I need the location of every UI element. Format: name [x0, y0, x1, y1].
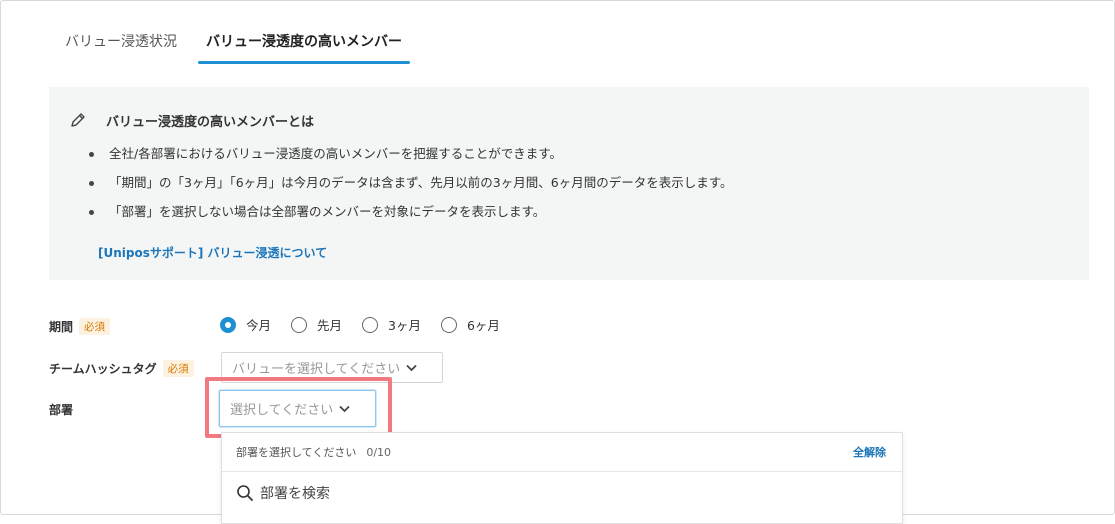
info-bullet: 全社/各部署におけるバリュー浸透度の高いメンバーを把握することができます。: [89, 147, 732, 161]
department-select-placeholder: 選択してください: [230, 403, 334, 418]
required-badge: 必須: [79, 318, 111, 335]
required-badge: 必須: [162, 360, 194, 377]
radio-label: 先月: [317, 318, 343, 333]
dropdown-header: 部署を選択してください 0/10 全解除: [222, 433, 902, 472]
radio-label: 6ヶ月: [466, 318, 500, 333]
radio-this-month[interactable]: 今月: [220, 315, 271, 334]
department-search-input[interactable]: 部署を検索: [222, 472, 902, 514]
department-select[interactable]: 選択してください: [219, 390, 376, 427]
radio-unchecked-icon[interactable]: [440, 316, 457, 333]
period-label: 期間 必須: [49, 318, 111, 335]
search-placeholder: 部署を検索: [260, 486, 330, 502]
radio-label: 今月: [246, 318, 272, 333]
info-box: バリュー浸透度の高いメンバーとは 全社/各部署におけるバリュー浸透度の高いメンバ…: [49, 87, 1089, 280]
hashtag-select-placeholder: バリューを選択してください: [232, 362, 401, 377]
tab-value-status[interactable]: バリュー浸透状況: [49, 22, 193, 62]
chevron-down-icon: [406, 364, 417, 371]
department-dropdown: 部署を選択してください 0/10 全解除 部署を検索: [221, 432, 903, 524]
period-radio-group: 今月 先月 3ヶ月 6ヶ月: [220, 315, 520, 334]
search-icon: [237, 485, 253, 501]
radio-unchecked-icon[interactable]: [362, 316, 379, 333]
radio-6-months[interactable]: 6ヶ月: [440, 315, 500, 334]
dropdown-header-text: 部署を選択してください: [236, 446, 357, 459]
chevron-down-icon: [339, 405, 350, 412]
hashtag-label: チームハッシュタグ 必須: [49, 360, 194, 377]
clear-all-button[interactable]: 全解除: [853, 444, 886, 460]
tab-high-members[interactable]: バリュー浸透度の高いメンバー: [198, 22, 410, 64]
pencil-icon: [71, 113, 85, 127]
info-bullet: 「期間」の「3ヶ月」「6ヶ月」は今月のデータは含まず、先月以前の3ヶ月間、6ヶ月…: [89, 176, 732, 190]
tab-bar: バリュー浸透状況 バリュー浸透度の高いメンバー: [49, 22, 410, 66]
hashtag-label-text: チームハッシュタグ: [49, 362, 157, 376]
radio-last-month[interactable]: 先月: [291, 315, 342, 334]
info-header: バリュー浸透度の高いメンバーとは: [68, 110, 314, 130]
info-bullet-list: 全社/各部署におけるバリュー浸透度の高いメンバーを把握することができます。 「期…: [89, 147, 732, 234]
radio-label: 3ヶ月: [388, 318, 421, 333]
selection-count: 0/10: [366, 445, 392, 459]
support-link[interactable]: [Uniposサポート] バリュー浸透について: [98, 244, 327, 261]
department-label: 部署: [49, 401, 73, 418]
info-bullet: 「部署」を選択しない場合は全部署のメンバーを対象にデータを表示します。: [89, 205, 732, 219]
radio-unchecked-icon[interactable]: [291, 316, 308, 333]
info-title: バリュー浸透度の高いメンバーとは: [106, 114, 315, 130]
department-label-text: 部署: [49, 403, 74, 417]
radio-3-months[interactable]: 3ヶ月: [362, 315, 421, 334]
radio-checked-icon[interactable]: [220, 316, 236, 333]
period-label-text: 期間: [49, 320, 74, 334]
